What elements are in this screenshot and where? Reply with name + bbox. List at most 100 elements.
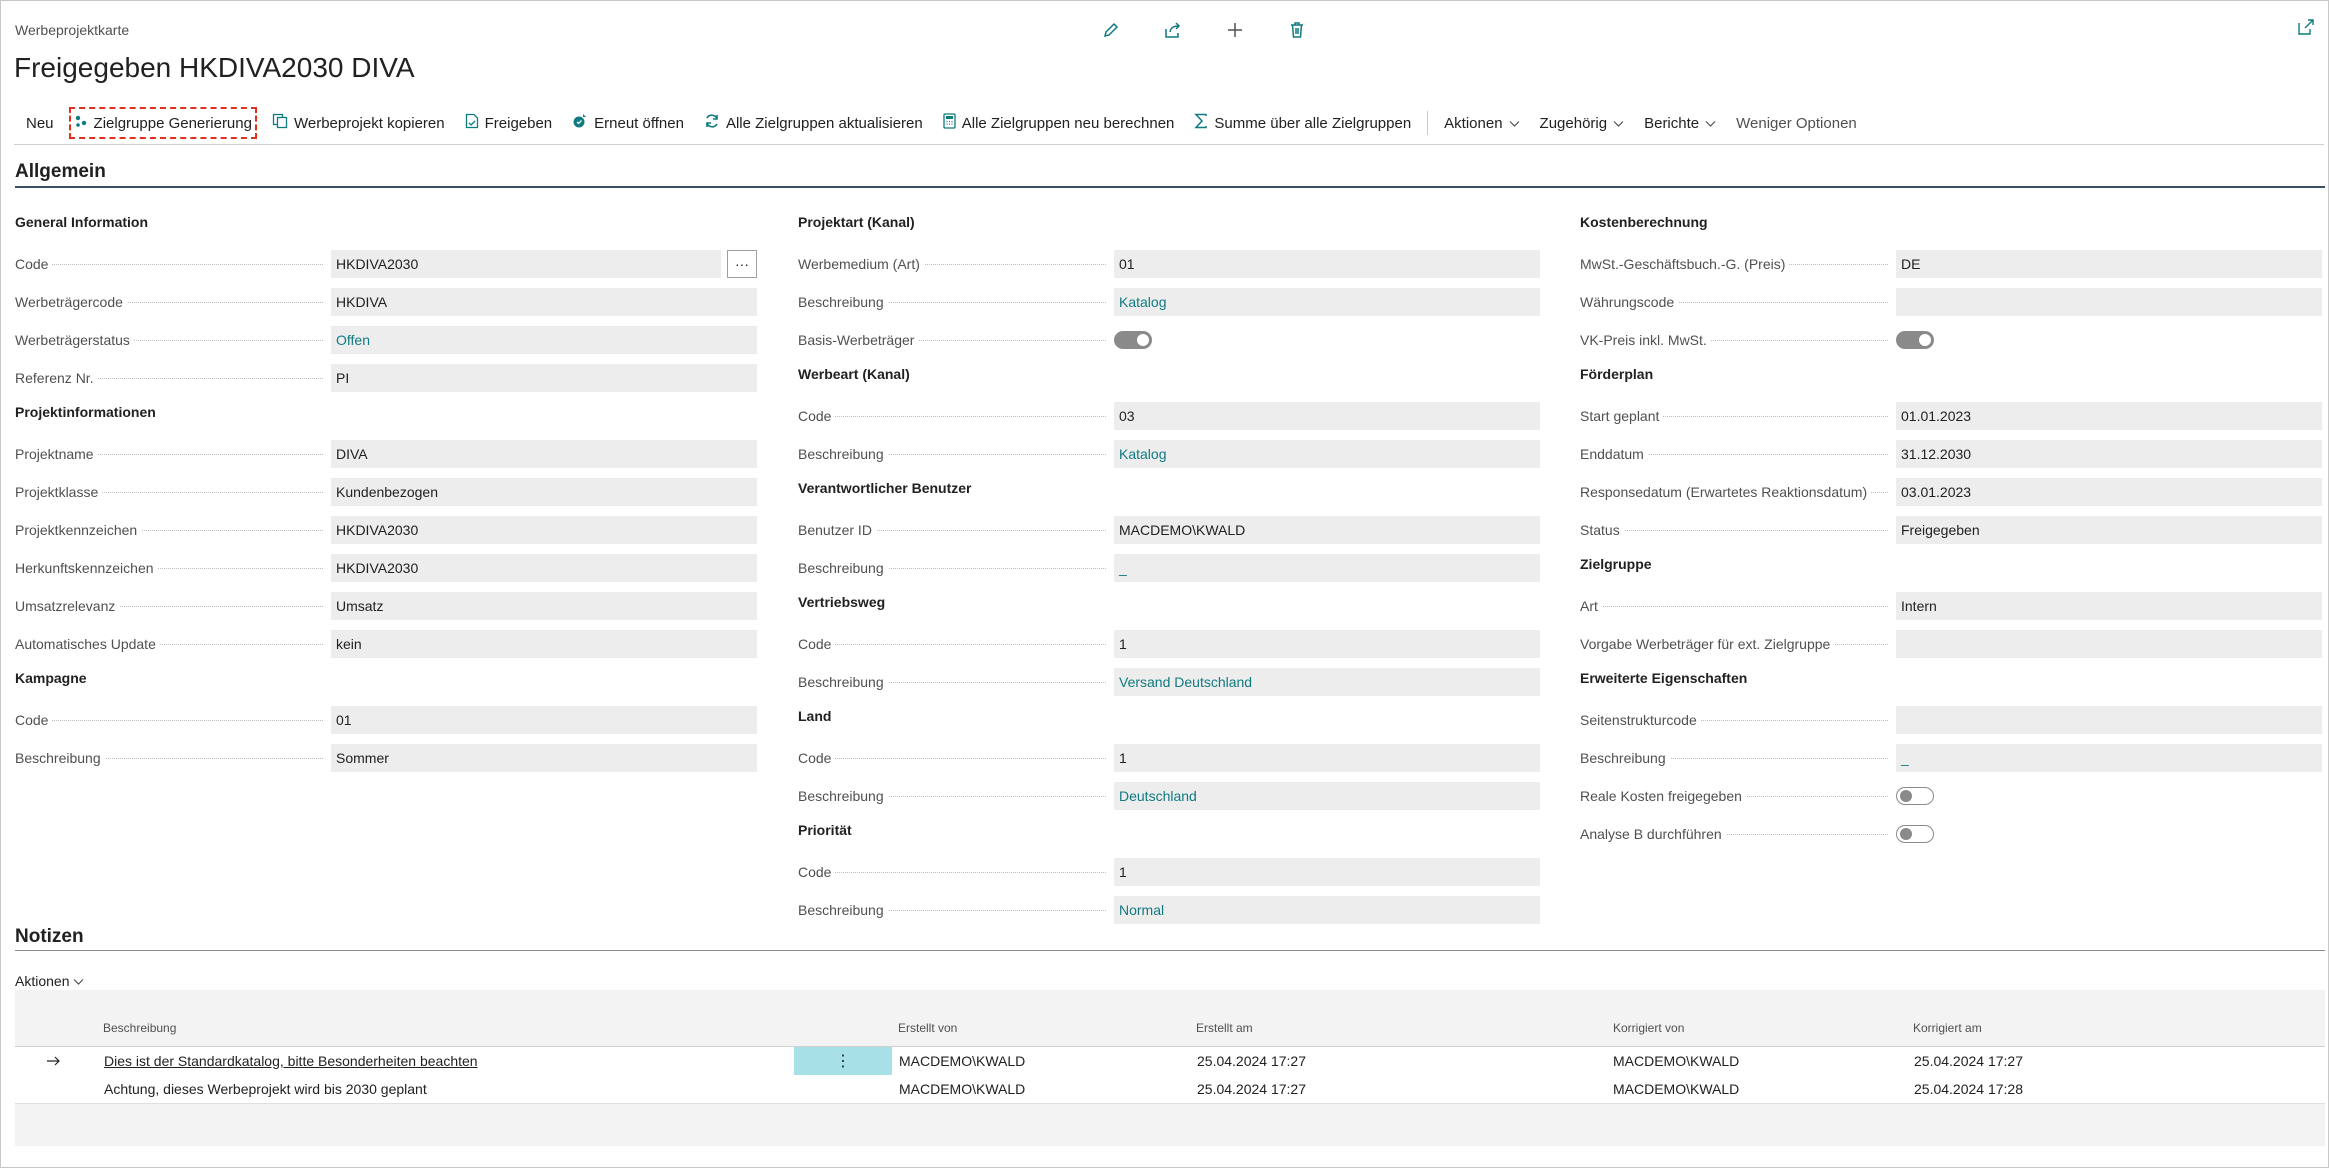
note-description-link[interactable]: Dies ist der Standardkatalog, bitte Beso… [104,1047,478,1075]
werbetraegerstatus-value[interactable]: Offen [331,326,757,354]
update-all-groups-button[interactable]: Alle Zielgruppen aktualisieren [694,102,933,144]
sum-all-label: Summe über alle Zielgruppen [1214,114,1412,132]
notes-actions-menu[interactable]: Aktionen [15,973,84,989]
field-kampagne-code: Code 01 [15,701,775,739]
edit-icon[interactable] [1080,17,1142,43]
field-basis-werbetraeger: Basis-Werbeträger [798,321,1558,359]
column-header[interactable]: Korrigiert von [1613,1021,1684,1035]
delete-icon[interactable] [1266,17,1328,43]
popout-icon[interactable] [2297,18,2315,41]
recalc-all-groups-button[interactable]: Alle Zielgruppen neu berechnen [933,102,1185,144]
prioritaet-code-input[interactable]: 1 [1114,858,1540,886]
notes-section-heading[interactable]: Notizen [15,926,84,948]
werbeart-code-input[interactable]: 03 [1114,402,1540,430]
referenz-input[interactable]: PI [331,364,757,392]
land-beschreibung-link[interactable]: Deutschland [1114,782,1540,810]
reopen-button[interactable]: Erneut öffnen [562,102,694,144]
land-code-input[interactable]: 1 [1114,744,1540,772]
field-werbeart-beschreibung: Beschreibung Katalog [798,435,1558,473]
column-header[interactable]: Beschreibung [103,1021,176,1035]
field-seitenstrukturcode: Seitenstrukturcode [1580,701,2329,739]
chevron-down-icon [1613,115,1624,132]
related-menu[interactable]: Zugehörig [1530,102,1635,144]
werbetraegercode-input[interactable]: HKDIVA [331,288,757,316]
release-button[interactable]: Freigeben [455,102,563,144]
field-code: Code HKDIVA2030 ··· [15,245,775,283]
basis-werbetraeger-toggle[interactable] [1114,331,1152,349]
column-header[interactable]: Erstellt am [1196,1021,1253,1035]
field-label: Automatisches Update [15,636,160,652]
new-button[interactable]: Neu [14,102,64,144]
group-heading: Land [798,708,832,724]
group-heading: Erweiterte Eigenschaften [1580,670,1748,686]
table-row[interactable]: Dies ist der Standardkatalog, bitte Beso… [15,1046,2325,1076]
share-icon[interactable] [1142,17,1204,43]
umsatzrelevanz-select[interactable]: Umsatz [331,592,757,620]
section-divider [15,950,2325,951]
field-label: MwSt.-Geschäftsbuch.-G. (Preis) [1580,256,1790,272]
copy-label: Werbeprojekt kopieren [293,114,445,132]
reopen-label: Erneut öffnen [594,114,684,132]
field-label: Projektkennzeichen [15,522,142,538]
actions-menu[interactable]: Aktionen [1434,102,1529,144]
start-geplant-input[interactable]: 01.01.2023 [1896,402,2322,430]
vertriebsweg-code-input[interactable]: 1 [1114,630,1540,658]
kampagne-beschreibung-input[interactable]: Sommer [331,744,757,772]
general-section-heading[interactable]: Allgemein [15,161,106,183]
vk-preis-inkl-mwst-toggle[interactable] [1896,331,1934,349]
group-heading: Priorität [798,822,852,838]
werbemedium-beschreibung-link[interactable]: Katalog [1114,288,1540,316]
field-vorgabe-werbetraeger: Vorgabe Werbeträger für ext. Zielgruppe [1580,625,2329,663]
field-label: Projektname [15,446,98,462]
reale-kosten-toggle[interactable] [1896,787,1934,805]
field-label: Beschreibung [798,294,888,310]
field-label: Beschreibung [1580,750,1670,766]
responsedatum-input[interactable]: 03.01.2023 [1896,478,2322,506]
analyse-b-toggle[interactable] [1896,825,1934,843]
enddatum-input[interactable]: 31.12.2030 [1896,440,2322,468]
projektklasse-select[interactable]: Kundenbezogen [331,478,757,506]
status-value[interactable]: Freigegeben [1896,516,2322,544]
waehrungscode-input[interactable] [1896,288,2322,316]
vertriebsweg-beschreibung-link[interactable]: Versand Deutschland [1114,668,1540,696]
benutzer-beschreibung-link[interactable]: _ [1114,554,1540,582]
reports-menu[interactable]: Berichte [1634,102,1726,144]
field-referenz: Referenz Nr. PI [15,359,775,397]
field-label: Seitenstrukturcode [1580,712,1701,728]
vorgabe-werbetraeger-input[interactable] [1896,630,2322,658]
assist-edit-button[interactable]: ··· [727,250,757,278]
field-label: Umsatzrelevanz [15,598,120,614]
field-automatisches-update: Automatisches Update kein [15,625,775,663]
zielgruppe-art-select[interactable]: Intern [1896,592,2322,620]
projektname-input[interactable]: DIVA [331,440,757,468]
prioritaet-beschreibung-link[interactable]: Normal [1114,896,1540,924]
field-label: Referenz Nr. [15,370,98,386]
reopen-icon [572,113,588,133]
fewer-options-button[interactable]: Weniger Optionen [1726,102,1867,144]
add-icon[interactable] [1204,17,1266,43]
erweitert-beschreibung-link[interactable]: _ [1896,744,2322,772]
code-input[interactable]: HKDIVA2030 [331,250,721,278]
field-reale-kosten: Reale Kosten freigegeben [1580,777,2329,815]
sum-all-groups-button[interactable]: Summe über alle Zielgruppen [1184,102,1421,144]
mwst-input[interactable]: DE [1896,250,2322,278]
table-row[interactable]: Achtung, dieses Werbeprojekt wird bis 20… [15,1075,2325,1104]
benutzer-id-input[interactable]: MACDEMO\KWALD [1114,516,1540,544]
herkunftskennzeichen-input[interactable]: HKDIVA2030 [331,554,757,582]
seitenstrukturcode-input[interactable] [1896,706,2322,734]
kampagne-code-input[interactable]: 01 [331,706,757,734]
column-header[interactable]: Erstellt von [898,1021,957,1035]
note-description[interactable]: Achtung, dieses Werbeprojekt wird bis 20… [104,1075,427,1103]
field-projektkennzeichen: Projektkennzeichen HKDIVA2030 [15,511,775,549]
section-divider [15,186,2325,188]
group-heading: Kostenberechnung [1580,214,1708,230]
column-header[interactable]: Korrigiert am [1913,1021,1982,1035]
werbeart-beschreibung-link[interactable]: Katalog [1114,440,1540,468]
created-at-cell: 25.04.2024 17:27 [1197,1081,1306,1097]
werbemedium-input[interactable]: 01 [1114,250,1540,278]
row-menu-button[interactable]: ⋮ [794,1047,892,1075]
automatisches-update-select[interactable]: kein [331,630,757,658]
projektkennzeichen-input[interactable]: HKDIVA2030 [331,516,757,544]
generate-target-group-button[interactable]: Zielgruppe Generierung [64,102,262,144]
copy-project-button[interactable]: Werbeprojekt kopieren [262,102,455,144]
